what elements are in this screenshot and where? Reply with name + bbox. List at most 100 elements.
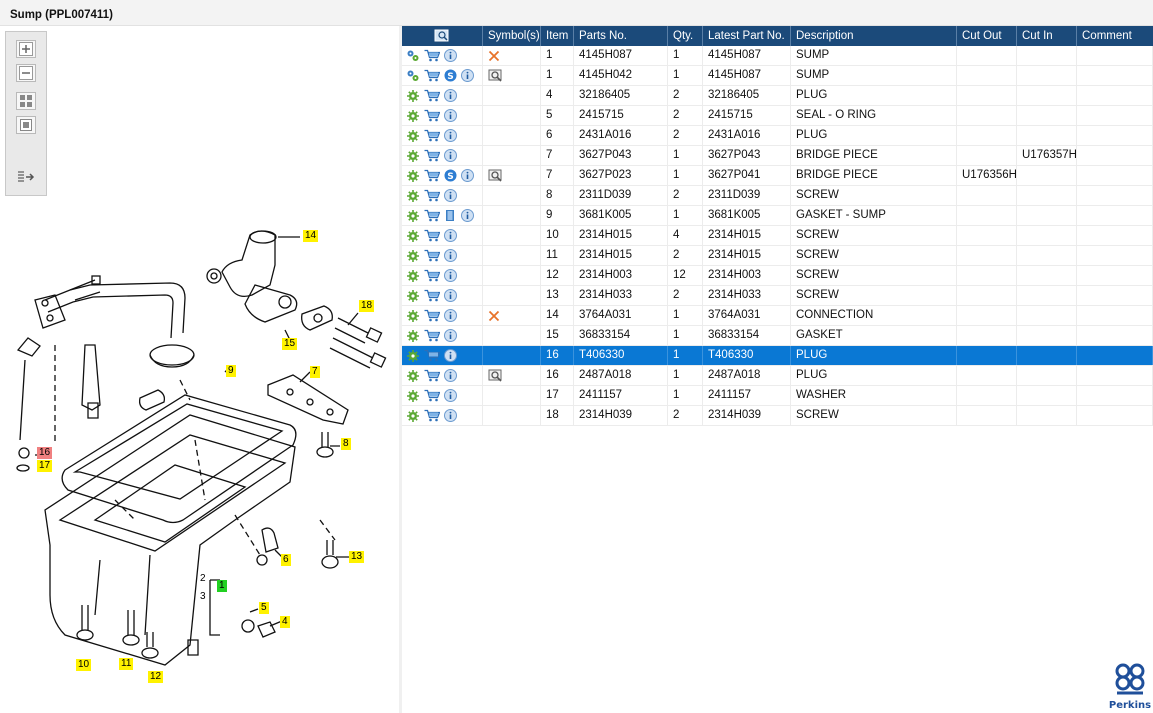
col-description[interactable]: Description (791, 26, 957, 46)
table-row[interactable]: 18 2314H039 2 2314H039 SCREW (402, 406, 1153, 426)
gears-icon[interactable] (406, 49, 420, 63)
info-icon[interactable] (443, 189, 457, 203)
table-row[interactable]: 5 2415715 2 2415715 SEAL - O RING (402, 106, 1153, 126)
table-row[interactable]: 13 2314H033 2 2314H033 SCREW (402, 286, 1153, 306)
table-row[interactable]: 14 3764A031 1 3764A031 CONNECTION (402, 306, 1153, 326)
callout-3[interactable]: 3 (198, 591, 208, 603)
col-qty[interactable]: Qty. (668, 26, 703, 46)
cart-icon[interactable] (423, 249, 440, 263)
cart-icon[interactable] (423, 369, 440, 383)
cart-icon[interactable] (423, 349, 440, 363)
callout-7[interactable]: 7 (310, 366, 320, 378)
cart-icon[interactable] (423, 109, 440, 123)
table-row[interactable]: S 7 3627P023 1 3627P041 BRIDGE PIECE U176356H (402, 166, 1153, 186)
supersession-icon[interactable]: S (443, 69, 457, 83)
info-icon[interactable] (443, 249, 457, 263)
table-row[interactable]: 12 2314H003 12 2314H003 SCREW (402, 266, 1153, 286)
view-image-icon[interactable] (487, 69, 504, 83)
info-icon[interactable] (443, 109, 457, 123)
gear-icon[interactable] (406, 389, 420, 403)
gear-icon[interactable] (406, 109, 420, 123)
info-icon[interactable] (443, 289, 457, 303)
export-list-icon[interactable] (16, 168, 36, 186)
zoom-in-icon[interactable] (16, 40, 36, 58)
info-icon[interactable] (443, 149, 457, 163)
gear-icon[interactable] (406, 209, 420, 223)
gear-icon[interactable] (406, 309, 420, 323)
col-parts-no[interactable]: Parts No. (574, 26, 668, 46)
info-icon[interactable] (443, 49, 457, 63)
cart-icon[interactable] (423, 149, 440, 163)
info-icon[interactable] (443, 369, 457, 383)
gear-icon[interactable] (406, 329, 420, 343)
cart-icon[interactable] (423, 269, 440, 283)
callout-13[interactable]: 13 (349, 551, 365, 563)
callout-17[interactable]: 17 (37, 460, 53, 472)
gear-icon[interactable] (406, 249, 420, 263)
cart-icon[interactable] (423, 229, 440, 243)
cart-icon[interactable] (423, 389, 440, 403)
callout-16-selected[interactable]: 16 (37, 447, 53, 459)
info-icon[interactable] (443, 309, 457, 323)
col-symbols[interactable]: Symbol(s) (483, 26, 541, 46)
cart-icon[interactable] (423, 329, 440, 343)
gear-icon[interactable] (406, 349, 420, 363)
table-row[interactable]: 9 3681K005 1 3681K005 GASKET - SUMP (402, 206, 1153, 226)
info-icon[interactable] (460, 209, 474, 223)
col-cut-in[interactable]: Cut In (1017, 26, 1077, 46)
cart-icon[interactable] (423, 309, 440, 323)
info-icon[interactable] (443, 409, 457, 423)
col-cut-out[interactable]: Cut Out (957, 26, 1017, 46)
info-icon[interactable] (443, 329, 457, 343)
cart-icon[interactable] (423, 209, 440, 223)
table-row[interactable]: 16 2487A018 1 2487A018 PLUG (402, 366, 1153, 386)
cart-icon[interactable] (423, 129, 440, 143)
callout-11[interactable]: 11 (119, 658, 134, 670)
table-row[interactable]: 4 32186405 2 32186405 PLUG (402, 86, 1153, 106)
info-icon[interactable] (460, 69, 474, 83)
table-row[interactable]: 10 2314H015 4 2314H015 SCREW (402, 226, 1153, 246)
fit-all-icon[interactable] (16, 92, 36, 110)
cart-icon[interactable] (423, 289, 440, 303)
callout-1-active[interactable]: 1 (217, 580, 227, 592)
callout-18[interactable]: 18 (359, 300, 375, 312)
callout-6[interactable]: 6 (281, 554, 291, 566)
callout-4[interactable]: 4 (280, 616, 290, 628)
view-image-icon[interactable] (487, 369, 504, 383)
info-icon[interactable] (443, 349, 457, 363)
gears-icon[interactable] (406, 69, 420, 83)
fit-page-icon[interactable] (16, 116, 36, 134)
gear-icon[interactable] (406, 269, 420, 283)
table-row[interactable]: S 1 4145H042 1 4145H087 SUMP (402, 66, 1153, 86)
cart-icon[interactable] (423, 89, 440, 103)
gear-icon[interactable] (406, 89, 420, 103)
info-icon[interactable] (443, 129, 457, 143)
table-row-selected[interactable]: 16 T406330 1 T406330 PLUG (402, 346, 1153, 366)
gear-icon[interactable] (406, 189, 420, 203)
table-row[interactable]: 17 2411157 1 2411157 WASHER (402, 386, 1153, 406)
callout-12[interactable]: 12 (148, 671, 164, 683)
gear-icon[interactable] (406, 409, 420, 423)
info-icon[interactable] (443, 269, 457, 283)
callout-15[interactable]: 15 (282, 338, 298, 350)
view-image-icon[interactable] (487, 169, 504, 183)
info-icon[interactable] (460, 169, 474, 183)
callout-2[interactable]: 2 (198, 573, 208, 585)
table-row[interactable]: 1 4145H087 1 4145H087 SUMP (402, 46, 1153, 66)
callout-5[interactable]: 5 (259, 602, 269, 614)
cart-icon[interactable] (423, 49, 440, 63)
zoom-out-icon[interactable] (16, 64, 36, 82)
table-row[interactable]: 11 2314H015 2 2314H015 SCREW (402, 246, 1153, 266)
callout-9[interactable]: 9 (226, 365, 236, 377)
cart-icon[interactable] (423, 189, 440, 203)
col-item[interactable]: Item (541, 26, 574, 46)
callout-14[interactable]: 14 (303, 230, 319, 242)
exploded-parts-diagram[interactable] (0, 200, 398, 690)
gear-icon[interactable] (406, 129, 420, 143)
info-icon[interactable] (443, 389, 457, 403)
document-icon[interactable] (443, 209, 457, 223)
image-preview-icon[interactable] (402, 26, 483, 46)
gear-icon[interactable] (406, 229, 420, 243)
gear-icon[interactable] (406, 149, 420, 163)
callout-10[interactable]: 10 (76, 659, 92, 671)
